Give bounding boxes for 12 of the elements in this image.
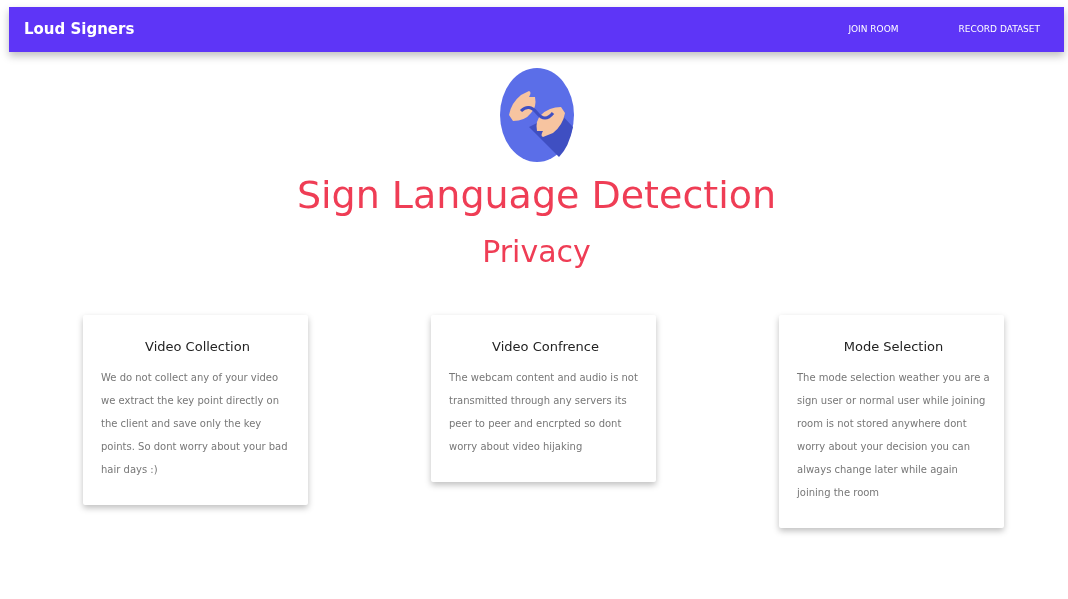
nav-link[interactable]: JOIN ROOM xyxy=(848,22,899,37)
card-text: The webcam content and audio is not transmitted through any servers its peer to peer and encrpted so dont worry about video hijaking xyxy=(449,371,639,455)
card-title: Video Confrence xyxy=(491,337,600,356)
hands-logo-icon xyxy=(498,67,575,163)
section-heading: Privacy xyxy=(482,233,591,270)
page-title: Sign Language Detection xyxy=(296,173,777,219)
card-title: Mode Selection xyxy=(842,337,945,356)
card-text: The mode selection weather you are a sign user or normal user while joining room is not stored anywhere dont worry about your decision you can always change later while again joining the room xyxy=(797,371,990,501)
card-text: We do not collect any of your video we extract the key point directly on the client and save only the key points. So dont worry about your bad hair days :) xyxy=(101,371,289,478)
brand-name[interactable]: Loud Signers xyxy=(24,18,135,41)
card-title: Video Collection xyxy=(144,337,251,356)
nav-link[interactable]: RECORD DATASET xyxy=(958,22,1040,37)
